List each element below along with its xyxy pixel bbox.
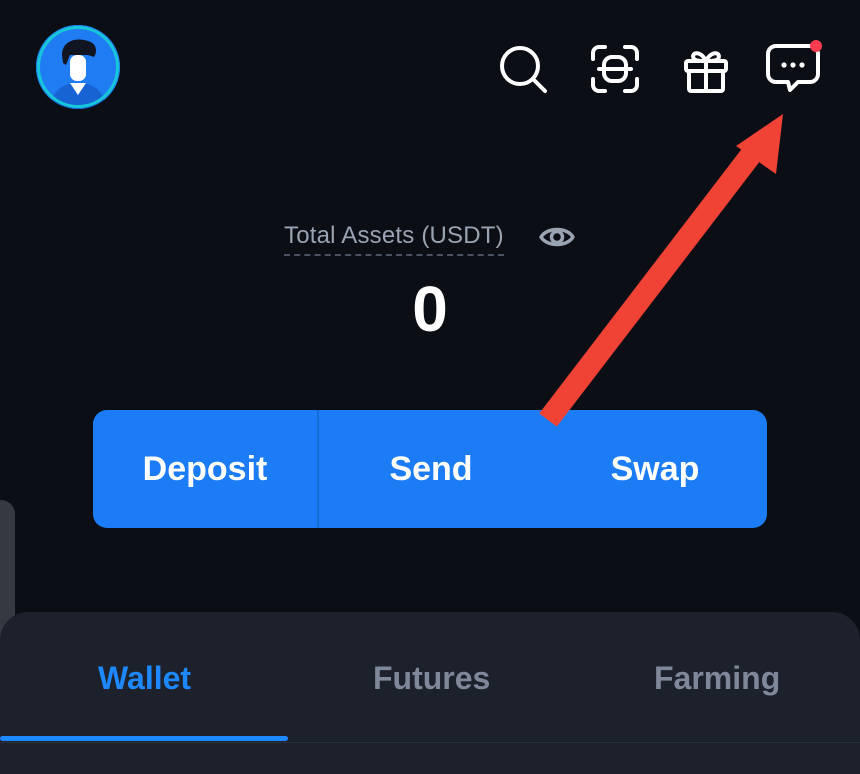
messages-button[interactable] <box>764 38 826 100</box>
tab-wallet[interactable]: Wallet <box>98 660 191 697</box>
scan-button[interactable] <box>584 38 646 100</box>
tab-futures[interactable]: Futures <box>373 660 490 697</box>
chat-notification-icon <box>766 40 822 92</box>
tab-divider <box>0 742 860 743</box>
gift-button[interactable] <box>675 38 737 100</box>
search-button[interactable] <box>492 38 554 100</box>
total-assets-label[interactable]: Total Assets (USDT) <box>284 222 504 256</box>
deposit-button[interactable]: Deposit <box>93 410 317 528</box>
avatar[interactable] <box>36 25 120 109</box>
eye-icon <box>539 227 575 247</box>
search-icon <box>500 46 547 93</box>
toggle-visibility-button[interactable] <box>538 218 576 256</box>
user-avatar-icon <box>36 25 120 109</box>
action-bar: Deposit Send Swap <box>93 410 767 528</box>
gift-icon <box>684 51 728 93</box>
total-assets-value: 0 <box>412 273 448 345</box>
scan-icon <box>591 45 639 93</box>
tab-farming[interactable]: Farming <box>654 660 780 697</box>
notification-dot <box>810 40 822 52</box>
active-tab-indicator <box>0 736 288 741</box>
send-button[interactable]: Send <box>319 410 543 528</box>
swap-button[interactable]: Swap <box>543 410 767 528</box>
